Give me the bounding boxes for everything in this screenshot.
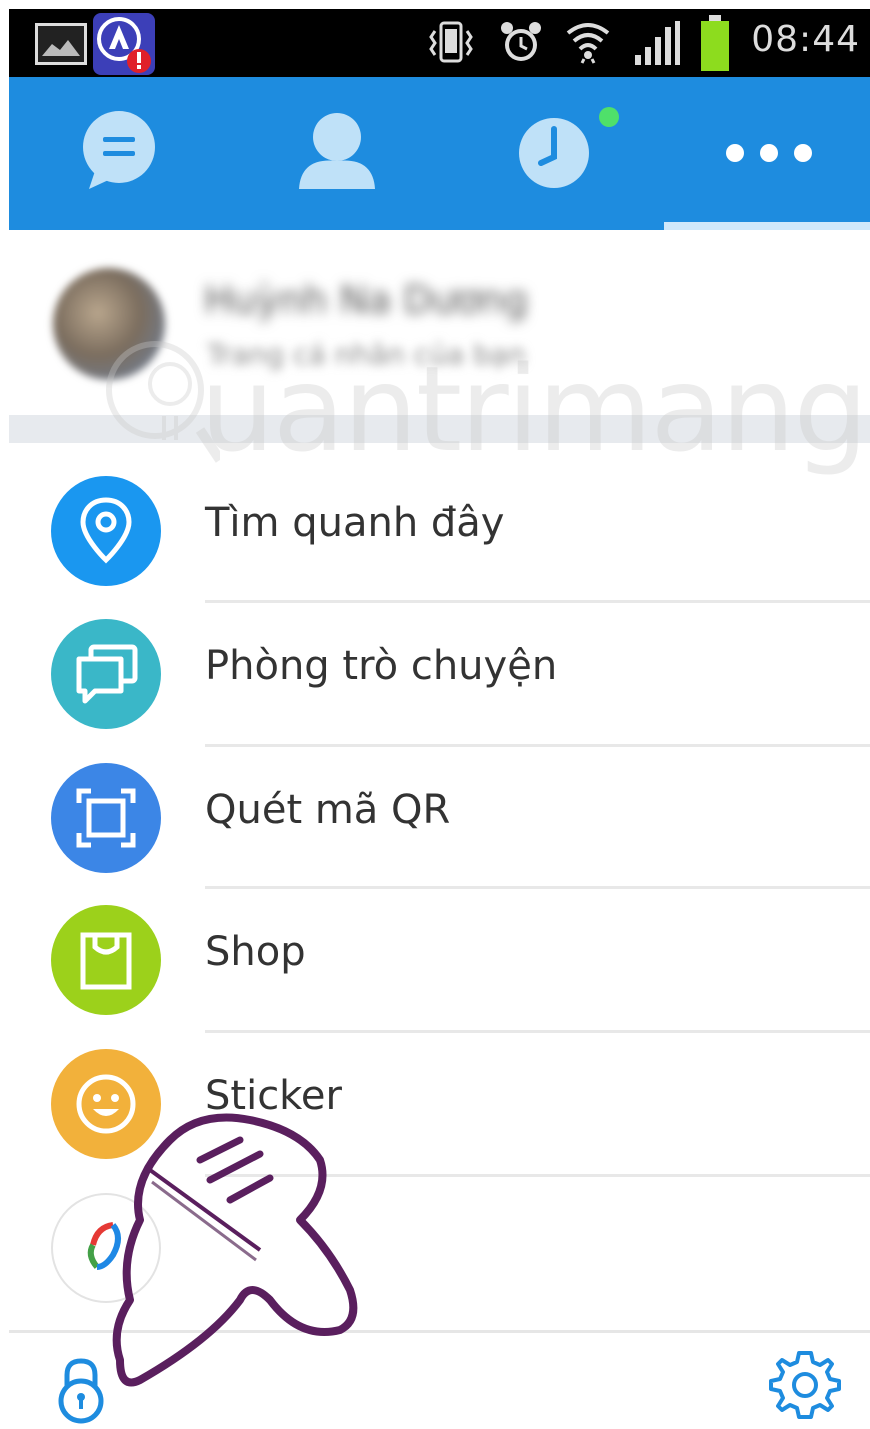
screen: 08:44 Huỳnh Na Dương Trang cá nhân của b…: [0, 0, 870, 1429]
chat-rooms-icon: [51, 619, 161, 729]
clock-time: 08:44: [751, 19, 860, 60]
gallery-icon: [35, 23, 87, 65]
menu-item-nearby[interactable]: Tìm quanh đây: [9, 460, 870, 603]
tab-contacts[interactable]: [279, 77, 399, 230]
timeline-icon: [519, 118, 589, 188]
menu-item-sticker[interactable]: Sticker: [9, 1033, 870, 1176]
notification-dot: [599, 107, 619, 127]
bottom-bar: [9, 1333, 870, 1429]
menu-item-chat-rooms[interactable]: Phòng trò chuyện: [9, 603, 870, 746]
menu-item-label: Phòng trò chuyện: [205, 643, 558, 689]
avatar: [53, 268, 165, 380]
smiley-icon: [51, 1049, 161, 1159]
contacts-icon: [299, 113, 375, 189]
settings-gear-icon[interactable]: [767, 1347, 843, 1423]
menu-item-label: Sticker: [205, 1073, 342, 1119]
menu-item-qr-scan[interactable]: Quét mã QR: [9, 747, 870, 890]
section-divider: [9, 415, 870, 443]
menu-item-label: Quét mã QR: [205, 787, 451, 833]
tab-messages[interactable]: [59, 77, 179, 230]
lock-icon[interactable]: [49, 1353, 113, 1425]
menu-item-label: Tìm quanh đây: [205, 500, 505, 546]
tab-bar: [9, 77, 870, 230]
chat-icon: [83, 111, 155, 189]
menu-item-app[interactable]: [9, 1177, 870, 1320]
menu-item-shop[interactable]: Shop: [9, 889, 870, 1032]
tab-more[interactable]: [709, 77, 829, 230]
status-bar: 08:44: [9, 9, 870, 77]
app-alert-icon: [93, 13, 155, 75]
qr-scan-icon: [51, 763, 161, 873]
profile-subtitle: Trang cá nhân của bạn: [207, 338, 526, 371]
shopping-bag-icon: [51, 905, 161, 1015]
signal-icon: [635, 21, 680, 65]
battery-icon: [701, 15, 729, 71]
active-tab-indicator: [664, 222, 870, 230]
vibrate-icon: [429, 21, 473, 63]
profile-name: Huỳnh Na Dương: [204, 278, 528, 322]
more-icon: [726, 144, 812, 162]
location-pin-icon: [51, 476, 161, 586]
tab-timeline[interactable]: [499, 77, 619, 230]
alarm-icon: [501, 22, 541, 61]
wifi-icon: [566, 23, 610, 64]
profile-row[interactable]: Huỳnh Na Dương Trang cá nhân của bạn: [9, 230, 870, 415]
menu-item-label: Shop: [205, 929, 306, 975]
app-logo-icon: [51, 1193, 161, 1303]
